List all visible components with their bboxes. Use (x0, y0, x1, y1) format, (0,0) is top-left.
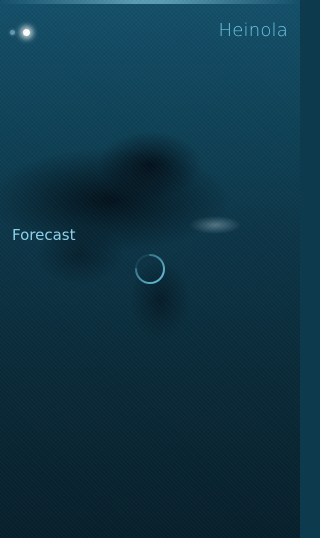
page-indicator (10, 25, 30, 39)
page-dot-1 (10, 29, 15, 35)
loading-spinner-icon (135, 254, 165, 284)
weather-app-screen: Heinola Forecast (0, 0, 300, 538)
top-edge-glow (0, 0, 300, 4)
city-title: Heinola (218, 20, 288, 41)
forecast-section-header: Forecast (12, 226, 76, 244)
page-dot-2-active (23, 28, 30, 36)
